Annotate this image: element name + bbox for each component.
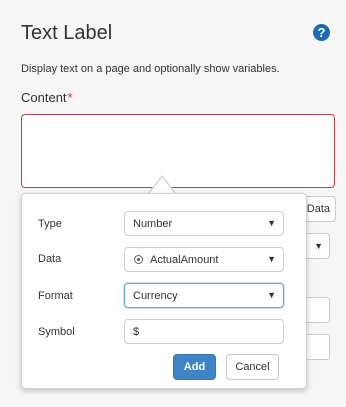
content-label-text: Content [21,90,67,105]
format-select-value: Currency [133,290,178,302]
data-select-value: ActualAmount [150,254,219,266]
data-label: Data [38,253,62,265]
chevron-down-icon: ▼ [267,290,276,300]
help-icon[interactable]: ? [313,24,330,41]
data-select[interactable]: ActualAmount ▼ [124,247,284,272]
required-marker: * [67,90,73,105]
type-select-value: Number [133,218,173,230]
variable-icon [134,255,143,264]
symbol-input-value: $ [133,326,140,338]
cancel-button[interactable]: Cancel [226,354,279,380]
content-label: Content* [21,90,73,105]
add-button[interactable]: Add [173,354,216,380]
panel-description: Display text on a page and optionally sh… [21,63,280,75]
chevron-down-icon: ▼ [267,254,276,264]
format-select[interactable]: Currency ▼ [124,283,284,308]
content-textarea[interactable] [21,114,335,188]
insert-variable-popup: Type Number ▼ Data ActualAmount ▼ Format… [21,193,307,389]
popup-pointer-inner [149,177,175,194]
chevron-down-icon: ▼ [314,241,323,251]
panel-title: Text Label [21,22,113,44]
format-label: Format [38,290,73,302]
symbol-input[interactable]: $ [124,319,284,344]
symbol-label: Symbol [38,326,75,338]
text-label-panel: Text Label ? Display text on a page and … [0,0,346,407]
type-label: Type [38,218,62,230]
chevron-down-icon: ▼ [267,218,276,228]
type-select[interactable]: Number ▼ [124,211,284,236]
